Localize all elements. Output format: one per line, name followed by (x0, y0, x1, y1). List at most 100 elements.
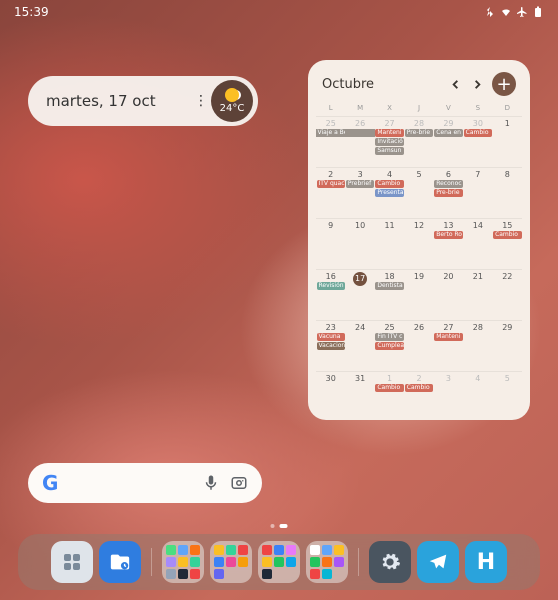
dock-folder-1[interactable] (162, 541, 204, 583)
calendar-day[interactable]: 5 (404, 167, 433, 218)
dock: H (18, 534, 540, 590)
calendar-event[interactable]: Presenta (375, 189, 403, 197)
calendar-day[interactable]: 3Prebrief (345, 167, 374, 218)
app-h[interactable]: H (465, 541, 507, 583)
calendar-day[interactable]: 27Manteni (434, 320, 463, 371)
calendar-day[interactable]: 4CambioPresenta (375, 167, 404, 218)
files-app[interactable] (99, 541, 141, 583)
calendar-day[interactable]: 17 (345, 269, 374, 320)
calendar-event[interactable]: Revisión (317, 282, 345, 290)
more-icon[interactable]: ⋮ (191, 93, 211, 109)
calendar-day[interactable]: 6ReconocPre-brie (434, 167, 463, 218)
bluetooth-icon (484, 6, 496, 18)
add-event-button[interactable]: + (492, 72, 516, 96)
page-indicator (271, 524, 288, 528)
calendar-day[interactable]: 10 (345, 218, 374, 269)
calendar-event[interactable]: Berto Ro (434, 231, 462, 239)
calendar-day[interactable]: 19 (404, 269, 433, 320)
calendar-day[interactable]: 12 (404, 218, 433, 269)
calendar-day[interactable]: 14 (463, 218, 492, 269)
calendar-day[interactable]: 16Revisión (316, 269, 345, 320)
calendar-event[interactable]: Manteni (434, 333, 462, 341)
calendar-day[interactable]: 25Viaje a Berlín - Xiao (316, 116, 345, 167)
calendar-event[interactable]: Cambio (493, 231, 521, 239)
calendar-grid: 25Viaje a Berlín - Xiao2627ManteniInvita… (316, 116, 522, 422)
mic-icon[interactable] (202, 474, 220, 492)
calendar-event[interactable] (345, 129, 374, 137)
date-weather-widget[interactable]: martes, 17 oct ⋮ 24°C (28, 76, 258, 126)
calendar-event[interactable]: Reconoc (434, 180, 462, 188)
calendar-day[interactable]: 30Cambio (463, 116, 492, 167)
calendar-day[interactable]: 2ITV quac (316, 167, 345, 218)
calendar-widget[interactable]: Octubre + LMXJVSD 25Viaje a Berlín - Xia… (308, 60, 530, 420)
calendar-day[interactable]: 28 (463, 320, 492, 371)
calendar-event[interactable]: Viaje a Berlín - Xiao (316, 129, 345, 137)
calendar-day[interactable]: 13Berto Ro (434, 218, 463, 269)
current-date: martes, 17 oct (46, 92, 191, 110)
calendar-day[interactable]: 28Pre-brie (404, 116, 433, 167)
calendar-event[interactable]: Cena en (434, 129, 462, 137)
calendar-day[interactable]: 24 (345, 320, 374, 371)
calendar-event[interactable]: Cambio (464, 129, 492, 137)
calendar-day[interactable]: 4 (463, 371, 492, 422)
calendar-event[interactable]: Manteni (375, 129, 403, 137)
calendar-day[interactable]: 23VacunaVacacion (316, 320, 345, 371)
calendar-day[interactable]: 30 (316, 371, 345, 422)
wifi-icon (500, 6, 512, 18)
airplane-icon (516, 6, 528, 18)
battery-icon (532, 6, 544, 18)
calendar-day[interactable]: 20 (434, 269, 463, 320)
calendar-event[interactable]: Fin ITV c (375, 333, 403, 341)
weather-badge[interactable]: 24°C (211, 80, 253, 122)
calendar-event[interactable]: Cambio (405, 384, 433, 392)
calendar-day[interactable]: 18Dentista (375, 269, 404, 320)
calendar-event[interactable]: Vacacion (317, 342, 345, 350)
dock-folder-4[interactable] (306, 541, 348, 583)
calendar-event[interactable]: Cambio (375, 384, 403, 392)
calendar-day[interactable]: 29Cena en (434, 116, 463, 167)
app-drawer-button[interactable] (51, 541, 93, 583)
dock-folder-3[interactable] (258, 541, 300, 583)
calendar-day[interactable]: 1Cambio (375, 371, 404, 422)
calendar-day[interactable]: 15Cambio (493, 218, 522, 269)
calendar-day[interactable]: 8 (493, 167, 522, 218)
calendar-day[interactable]: 21 (463, 269, 492, 320)
settings-app[interactable] (369, 541, 411, 583)
calendar-day[interactable]: 29 (493, 320, 522, 371)
calendar-event[interactable]: Samsun (375, 147, 403, 155)
calendar-day[interactable]: 31 (345, 371, 374, 422)
status-bar: 15:39 (0, 0, 558, 20)
calendar-event[interactable]: Cambio (375, 180, 403, 188)
google-search-bar[interactable]: G (28, 463, 262, 503)
calendar-day[interactable]: 1 (493, 116, 522, 167)
lens-icon[interactable] (230, 474, 248, 492)
calendar-event[interactable]: Pre-brie (434, 189, 462, 197)
prev-month-button[interactable] (444, 73, 466, 95)
calendar-event[interactable]: Cumplea (375, 342, 403, 350)
calendar-event[interactable]: ITV quac (317, 180, 345, 188)
calendar-day[interactable]: 3 (434, 371, 463, 422)
calendar-event[interactable]: Vacuna (317, 333, 345, 341)
status-tray (484, 6, 544, 18)
calendar-day[interactable]: 26 (345, 116, 374, 167)
calendar-event[interactable]: Prebrief (346, 180, 374, 188)
calendar-day[interactable]: 2Cambio (404, 371, 433, 422)
weekday-row: LMXJVSD (316, 102, 522, 116)
calendar-day[interactable]: 25Fin ITV cCumplea (375, 320, 404, 371)
calendar-event[interactable]: Invitació (375, 138, 403, 146)
calendar-day[interactable]: 5 (493, 371, 522, 422)
calendar-event[interactable]: Dentista (375, 282, 403, 290)
calendar-day[interactable]: 22 (493, 269, 522, 320)
calendar-day[interactable]: 26 (404, 320, 433, 371)
calendar-month: Octubre (322, 77, 444, 92)
next-month-button[interactable] (466, 73, 488, 95)
calendar-day[interactable]: 7 (463, 167, 492, 218)
dock-folder-2[interactable] (210, 541, 252, 583)
telegram-app[interactable] (417, 541, 459, 583)
weather-icon (225, 88, 239, 102)
calendar-event[interactable]: Pre-brie (405, 129, 433, 137)
clock: 15:39 (14, 5, 49, 19)
calendar-day[interactable]: 9 (316, 218, 345, 269)
calendar-day[interactable]: 11 (375, 218, 404, 269)
calendar-day[interactable]: 27ManteniInvitacióSamsun (375, 116, 404, 167)
